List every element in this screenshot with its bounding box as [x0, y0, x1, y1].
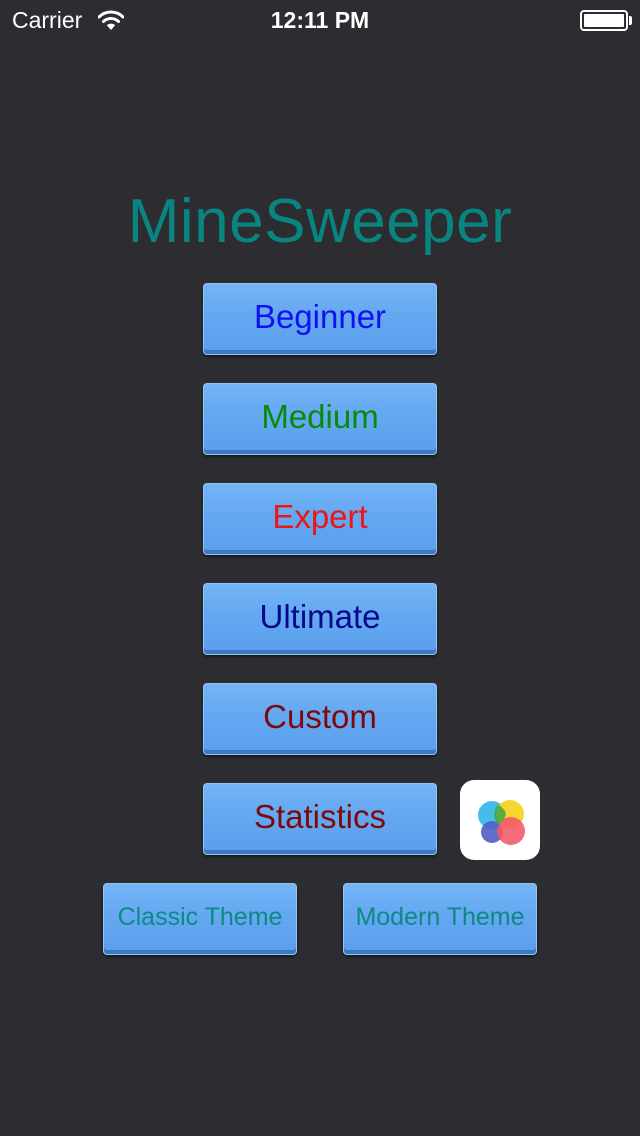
expert-button[interactable]: Expert	[203, 483, 437, 555]
expert-label: Expert	[272, 498, 368, 535]
medium-button[interactable]: Medium	[203, 383, 437, 455]
app-title: MineSweeper	[127, 187, 513, 256]
game-center-icon[interactable]	[460, 780, 540, 860]
battery-level	[584, 14, 624, 27]
modern-theme-label: Modern Theme	[355, 902, 525, 931]
medium-label: Medium	[261, 398, 379, 435]
modern-theme-button[interactable]: Modern Theme	[343, 883, 537, 955]
statistics-label: Statistics	[253, 798, 387, 835]
beginner-button[interactable]: Beginner	[203, 283, 437, 355]
status-time: 12:11 PM	[270, 7, 370, 33]
custom-label: Custom	[263, 698, 377, 735]
beginner-label: Beginner	[253, 298, 387, 335]
status-bar: Carrier 12:11 PM	[0, 0, 640, 40]
custom-button[interactable]: Custom	[203, 683, 437, 755]
classic-theme-button[interactable]: Classic Theme	[103, 883, 297, 955]
ultimate-button[interactable]: Ultimate	[203, 583, 437, 655]
main-menu-screen: Carrier 12:11 PM MineSweeper Beginner Me…	[0, 0, 640, 1136]
classic-theme-label: Classic Theme	[117, 902, 283, 931]
statistics-button[interactable]: Statistics	[203, 783, 437, 855]
battery-tip	[629, 16, 632, 25]
battery-icon	[580, 10, 628, 31]
ultimate-label: Ultimate	[259, 598, 381, 635]
